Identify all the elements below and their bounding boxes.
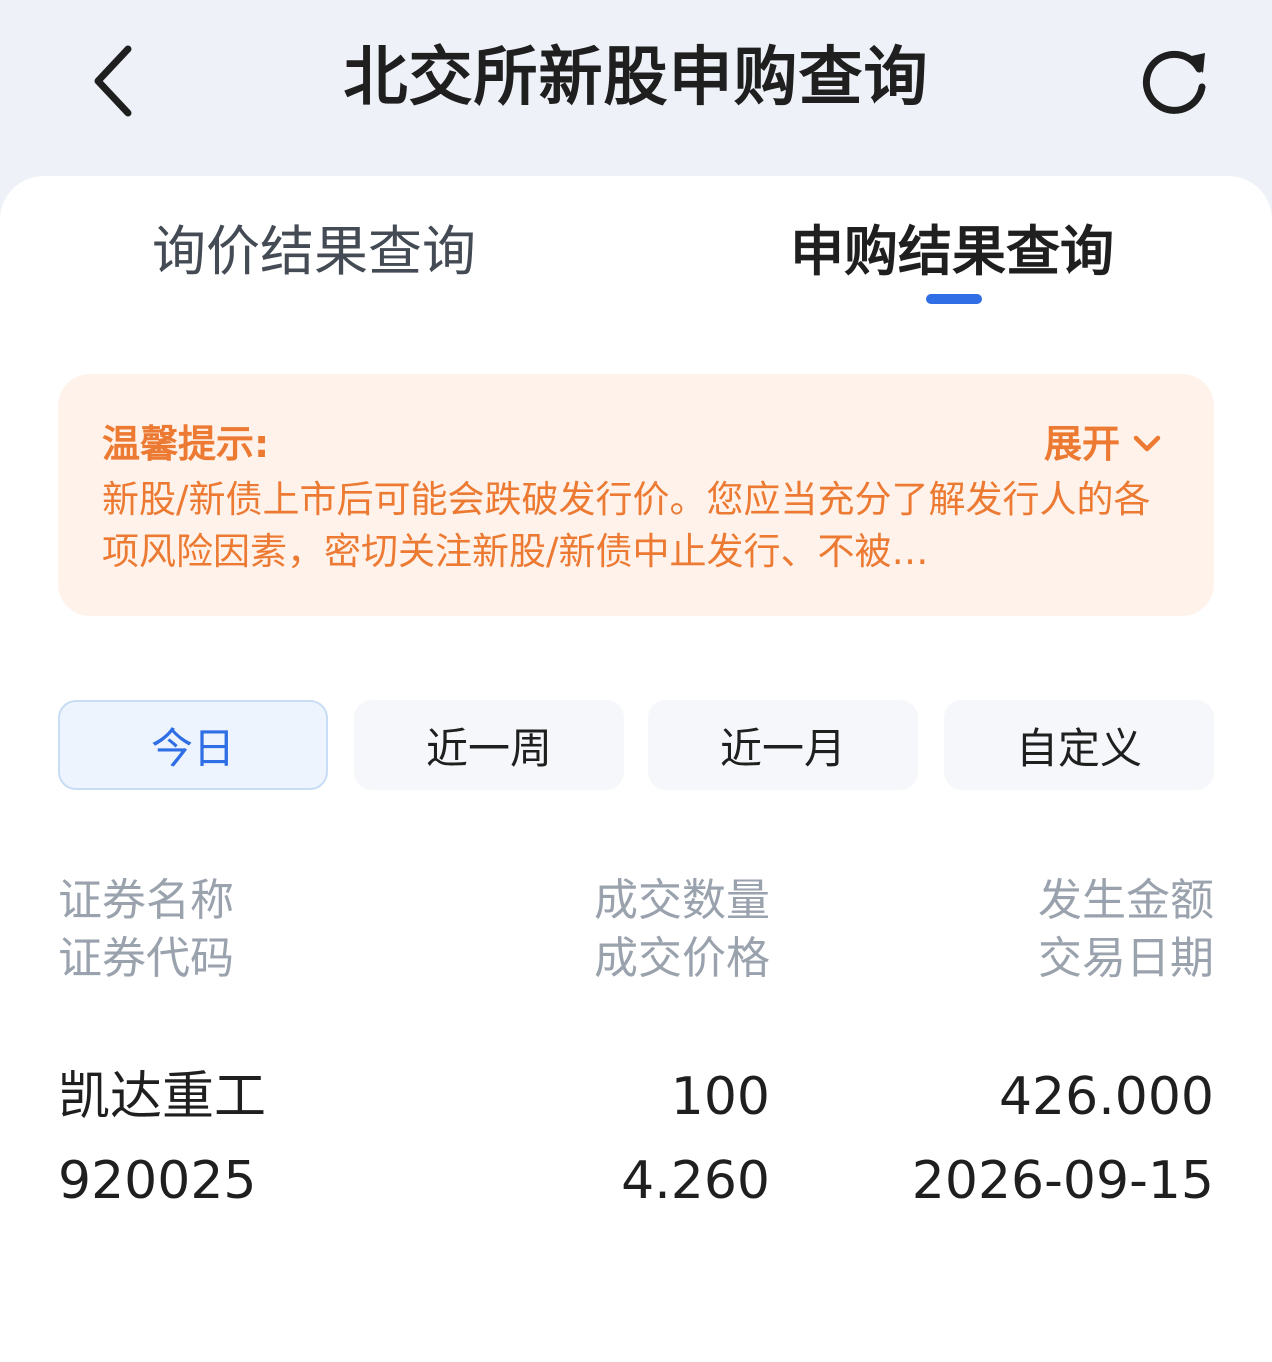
notice-expand-button[interactable]: 展开: [1044, 420, 1162, 468]
notice-body: 新股/新债上市后可能会跌破发行价。您应当充分了解发行人的各项风险因素，密切关注新…: [102, 478, 1151, 573]
refresh-icon: [1142, 50, 1206, 114]
trade-price: 4.260: [621, 1151, 770, 1211]
filter-month[interactable]: 近一月: [648, 700, 918, 790]
header-security-code: 证券代码: [58, 933, 234, 984]
security-name: 凯达重工: [58, 1067, 267, 1127]
header-trade-date: 交易日期: [1038, 933, 1214, 984]
tab-subscription-result[interactable]: 申购结果查询: [790, 216, 1114, 296]
chevron-down-icon: [1132, 434, 1162, 454]
header-quantity: 成交数量: [594, 875, 770, 926]
trade-amount: 426.000: [998, 1067, 1214, 1127]
header-price: 成交价格: [594, 933, 770, 984]
refresh-button[interactable]: [1130, 36, 1220, 126]
tab-inquiry-result[interactable]: 询价结果查询: [152, 216, 476, 296]
content-card: 询价结果查询 申购结果查询 温馨提示: 展开 新股/新债上市后可能会跌破发行价。…: [0, 176, 1272, 1362]
risk-notice: 温馨提示: 展开 新股/新债上市后可能会跌破发行价。您应当充分了解发行人的各项风…: [58, 374, 1214, 616]
page-title: 北交所新股申购查询: [343, 41, 929, 115]
notice-expand-label: 展开: [1043, 422, 1120, 466]
filter-today[interactable]: 今日: [58, 700, 328, 790]
header-bar: 北交所新股申购查询: [0, 0, 1272, 176]
security-code: 920025: [58, 1151, 257, 1211]
trade-quantity: 100: [670, 1067, 770, 1127]
active-tab-indicator: [926, 294, 982, 304]
filter-week[interactable]: 近一周: [354, 700, 624, 790]
notice-title: 温馨提示:: [102, 422, 270, 466]
filter-custom[interactable]: 自定义: [944, 700, 1214, 790]
header-security-name: 证券名称: [58, 875, 234, 926]
header-amount: 发生金额: [1038, 875, 1214, 926]
trade-date: 2026-09-15: [911, 1151, 1214, 1211]
